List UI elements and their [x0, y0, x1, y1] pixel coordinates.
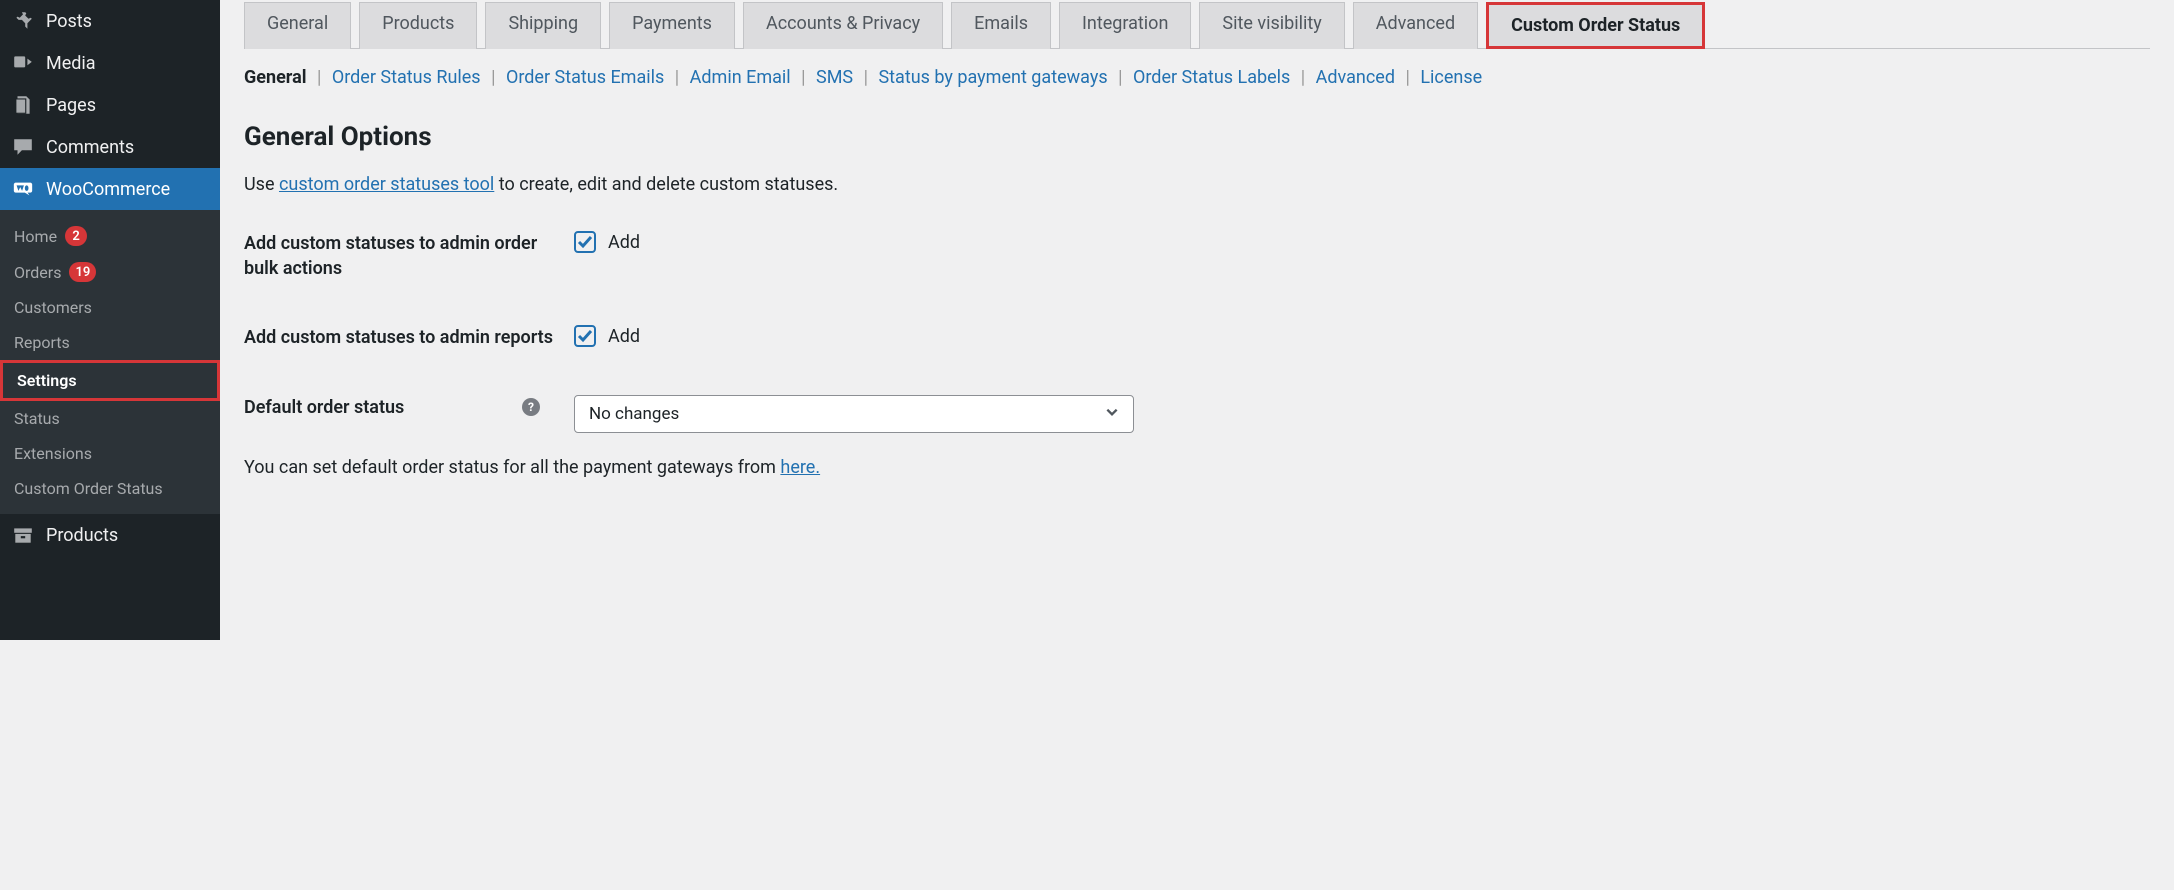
check-icon — [577, 328, 593, 344]
submenu-item-orders[interactable]: Orders 19 — [0, 254, 220, 290]
submenu-item-customers[interactable]: Customers — [0, 290, 220, 325]
check-icon — [577, 234, 593, 250]
sidebar-item-label: Posts — [46, 11, 92, 32]
submenu-item-extensions[interactable]: Extensions — [0, 436, 220, 471]
tab-site-visibility[interactable]: Site visibility — [1199, 2, 1344, 49]
settings-tabs: General Products Shipping Payments Accou… — [244, 0, 2150, 49]
help-icon[interactable]: ? — [522, 398, 540, 416]
badge-count: 2 — [65, 226, 87, 246]
chevron-down-icon — [1105, 404, 1119, 424]
tab-products[interactable]: Products — [359, 2, 477, 49]
submenu-item-label: Reports — [14, 333, 70, 352]
comment-icon — [12, 136, 34, 158]
field-admin-reports: Add custom statuses to admin reports Add — [244, 325, 2150, 350]
submenu-item-label: Status — [14, 409, 60, 428]
media-icon — [12, 52, 34, 74]
submenu-item-home[interactable]: Home 2 — [0, 218, 220, 254]
settings-content: General Products Shipping Payments Accou… — [220, 0, 2174, 640]
field-label: Add custom statuses to admin reports — [244, 325, 574, 350]
custom-statuses-tool-link[interactable]: custom order statuses tool — [279, 174, 494, 195]
subtab-advanced[interactable]: Advanced — [1316, 67, 1395, 88]
field-bulk-actions: Add custom statuses to admin order bulk … — [244, 231, 2150, 281]
sidebar-item-label: Pages — [46, 95, 96, 116]
tab-emails[interactable]: Emails — [951, 2, 1051, 49]
bulk-checkbox[interactable] — [574, 231, 596, 253]
woocommerce-icon — [12, 178, 34, 200]
subtab-order-status-labels[interactable]: Order Status Labels — [1133, 67, 1290, 88]
sidebar-item-label: Products — [46, 525, 118, 546]
submenu-item-reports[interactable]: Reports — [0, 325, 220, 360]
sidebar-item-posts[interactable]: Posts — [0, 0, 220, 42]
reports-checkbox[interactable] — [574, 325, 596, 347]
field-default-order-status: Default order status ? No changes — [244, 395, 2150, 433]
pin-icon — [12, 10, 34, 32]
page-icon — [12, 94, 34, 116]
default-status-select[interactable]: No changes — [574, 395, 1134, 433]
sidebar-item-woocommerce[interactable]: WooCommerce — [0, 168, 220, 210]
admin-sidebar: Posts Media Pages Comments WooCommerce H… — [0, 0, 220, 640]
sidebar-item-comments[interactable]: Comments — [0, 126, 220, 168]
tab-advanced[interactable]: Advanced — [1353, 2, 1478, 49]
sidebar-item-pages[interactable]: Pages — [0, 84, 220, 126]
section-description: Use custom order statuses tool to create… — [244, 174, 2150, 195]
submenu-item-label: Settings — [17, 371, 77, 390]
submenu-item-label: Extensions — [14, 444, 92, 463]
subtab-license[interactable]: License — [1420, 67, 1482, 88]
tab-accounts-privacy[interactable]: Accounts & Privacy — [743, 2, 943, 49]
subtab-admin-email[interactable]: Admin Email — [690, 67, 791, 88]
tab-general[interactable]: General — [244, 2, 351, 49]
archive-icon — [12, 524, 34, 546]
section-title: General Options — [244, 122, 2150, 152]
sidebar-item-products[interactable]: Products — [0, 514, 220, 556]
subtab-order-status-emails[interactable]: Order Status Emails — [506, 67, 664, 88]
submenu-item-status[interactable]: Status — [0, 401, 220, 436]
submenu-item-settings[interactable]: Settings — [0, 360, 220, 401]
badge-count: 19 — [69, 262, 96, 282]
subtab-general[interactable]: General — [244, 67, 307, 88]
field-label-wrap: Default order status ? — [244, 395, 574, 420]
subtab-order-status-rules[interactable]: Order Status Rules — [332, 67, 481, 88]
select-value: No changes — [589, 404, 679, 424]
submenu-item-label: Orders — [14, 263, 61, 282]
tab-custom-order-status[interactable]: Custom Order Status — [1486, 2, 1705, 49]
gateway-hint: You can set default order status for all… — [244, 457, 2150, 478]
submenu-item-label: Customers — [14, 298, 92, 317]
tab-integration[interactable]: Integration — [1059, 2, 1191, 49]
submenu-item-label: Home — [14, 227, 57, 246]
subtab-sms[interactable]: SMS — [816, 67, 853, 88]
field-label: Add custom statuses to admin order bulk … — [244, 231, 574, 281]
subtab-status-by-payment-gateways[interactable]: Status by payment gateways — [878, 67, 1107, 88]
checkbox-label: Add — [608, 232, 640, 253]
woocommerce-submenu: Home 2 Orders 19 Customers Reports Setti… — [0, 210, 220, 514]
tab-payments[interactable]: Payments — [609, 2, 735, 49]
subtabs: General | Order Status Rules | Order Sta… — [244, 49, 2150, 106]
sidebar-item-label: Comments — [46, 137, 134, 158]
submenu-item-custom-order-status[interactable]: Custom Order Status — [0, 471, 220, 506]
checkbox-label: Add — [608, 326, 640, 347]
sidebar-item-label: Media — [46, 53, 96, 74]
gateway-settings-link[interactable]: here. — [780, 457, 820, 478]
tab-shipping[interactable]: Shipping — [485, 2, 601, 49]
sidebar-item-media[interactable]: Media — [0, 42, 220, 84]
sidebar-item-label: WooCommerce — [46, 179, 170, 200]
submenu-item-label: Custom Order Status — [14, 479, 163, 498]
